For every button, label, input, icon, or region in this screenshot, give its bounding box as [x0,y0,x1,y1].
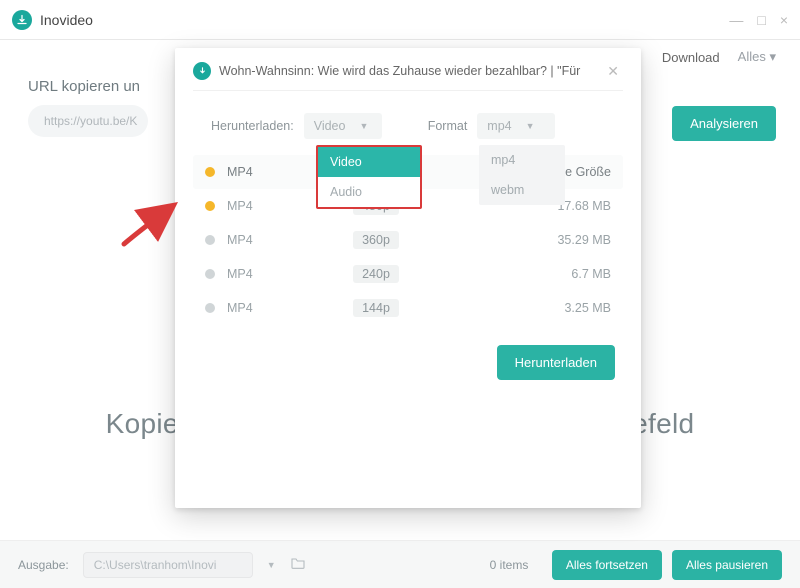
app-icon [193,62,211,80]
chevron-down-icon: ▼ [359,121,368,131]
url-input[interactable]: https://youtu.be/K [28,105,148,137]
select-indicator-icon[interactable] [205,235,215,245]
format-dropdown: mp4 webm [479,145,565,205]
format-size: 35.29 MB [491,233,611,247]
format-type: MP4 [227,233,293,247]
format-res: 360p [353,231,399,249]
select-indicator-icon[interactable] [205,167,215,177]
titlebar: Inovideo — □ × [0,0,800,40]
format-type: MP4 [227,199,293,213]
type-select[interactable]: Video ▼ [304,113,382,139]
chevron-down-icon: ▼ [526,121,535,131]
format-row[interactable]: MP4 360p 35.29 MB [193,223,623,257]
window-controls: — □ × [657,12,788,28]
format-type: MP4 [227,301,293,315]
items-count: 0 items [490,558,529,572]
app-icon [12,10,32,30]
dialog-title: Wohn-Wahnsinn: Wie wird das Zuhause wied… [219,64,595,78]
select-indicator-icon[interactable] [205,269,215,279]
type-dropdown: Video Audio [316,145,422,209]
pause-all-button[interactable]: Alles pausieren [672,550,782,580]
format-size: 6.7 MB [491,267,611,281]
analyze-button[interactable]: Analysieren [672,106,776,141]
tab-download[interactable]: Download [662,50,720,65]
format-type: MP4 [227,267,293,281]
format-select[interactable]: mp4 ▼ [477,113,555,139]
maximize-button[interactable]: □ [757,12,765,28]
download-type-label: Herunterladen: [211,119,294,133]
select-indicator-icon[interactable] [205,303,215,313]
folder-icon[interactable] [290,556,306,574]
format-size: 3.25 MB [491,301,611,315]
minimize-button[interactable]: — [729,12,743,28]
format-label: Format [428,119,468,133]
tab-all[interactable]: Alles ▾ [738,49,776,65]
output-path[interactable]: C:\Users\tranhom\Inovi [83,552,253,578]
format-type: MP4 [227,165,293,179]
chevron-down-icon[interactable]: ▼ [267,560,276,570]
output-label: Ausgabe: [18,558,69,572]
chevron-down-icon: ▾ [769,49,776,64]
format-res: 144p [353,299,399,317]
dialog-close-button[interactable]: ✕ [603,63,623,80]
analysis-dialog: Wohn-Wahnsinn: Wie wird das Zuhause wied… [175,48,641,508]
format-option-mp4[interactable]: mp4 [479,145,565,175]
status-bar: Ausgabe: C:\Users\tranhom\Inovi ▼ 0 item… [0,540,800,588]
app-title: Inovideo [40,12,93,28]
type-option-audio[interactable]: Audio [318,177,420,207]
resume-all-button[interactable]: Alles fortsetzen [552,550,662,580]
dialog-header: Wohn-Wahnsinn: Wie wird das Zuhause wied… [193,62,623,91]
format-res: 240p [353,265,399,283]
download-button[interactable]: Herunterladen [497,345,615,380]
format-option-webm[interactable]: webm [479,175,565,205]
format-row[interactable]: MP4 240p 6.7 MB [193,257,623,291]
close-button[interactable]: × [780,12,788,28]
format-row[interactable]: MP4 144p 3.25 MB [193,291,623,325]
select-indicator-icon[interactable] [205,201,215,211]
type-option-video[interactable]: Video [318,147,420,177]
dialog-controls: Herunterladen: Video ▼ Format mp4 ▼ Vide… [211,113,619,139]
